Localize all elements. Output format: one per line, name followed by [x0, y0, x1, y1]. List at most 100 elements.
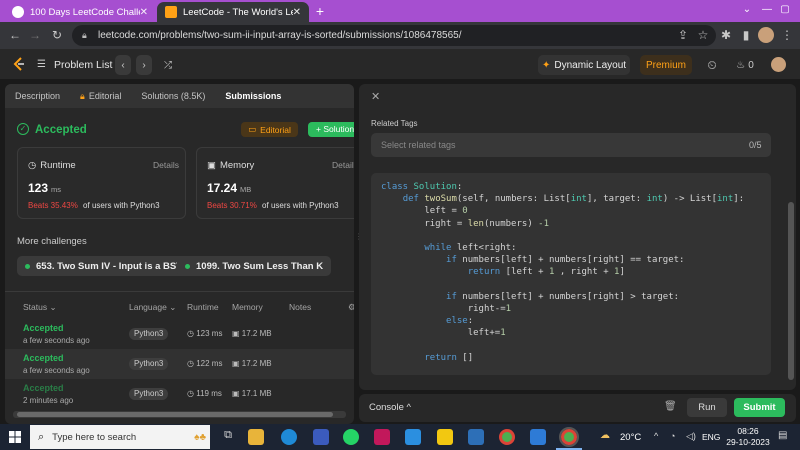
table-row[interactable]: Accepted a few seconds ago Python3 ◷ 122…: [5, 349, 354, 379]
runtime-details-link[interactable]: Details: [153, 160, 179, 170]
sparkle-icon: ✦: [541, 59, 551, 71]
chip-icon: ▣: [207, 160, 216, 171]
clock-time[interactable]: 08:26: [733, 426, 763, 436]
powerbi-icon[interactable]: [437, 429, 453, 445]
tab-description[interactable]: Description: [5, 84, 70, 108]
vscode-icon[interactable]: [405, 429, 421, 445]
code-view[interactable]: class Solution: def twoSum(self, numbers…: [371, 173, 771, 375]
chrome-active-icon[interactable]: [559, 427, 579, 447]
challenge-chip-2[interactable]: 1099. Two Sum Less Than K: [177, 256, 332, 276]
next-problem-button[interactable]: ›: [136, 55, 152, 75]
shuffle-icon[interactable]: ⤮: [160, 55, 176, 75]
memory-card: ▣ Memory Details 17.24MB Beats 30.71% of…: [196, 147, 354, 219]
chip-icon: ▣: [232, 389, 240, 398]
editorial-button[interactable]: ▭ Editorial: [241, 122, 298, 137]
clock-date[interactable]: 29-10-2023: [722, 437, 774, 447]
notifications-icon[interactable]: ▤: [778, 430, 787, 441]
task-view-icon[interactable]: ⧉: [220, 429, 236, 445]
share-icon[interactable]: ⇪: [676, 28, 690, 42]
streak-counter[interactable]: ♨ 0: [732, 55, 758, 75]
problem-list-link[interactable]: Problem List: [54, 59, 112, 71]
tags-placeholder: Select related tags: [381, 140, 456, 150]
table-row[interactable]: Accepted 2 minutes ago Python3 ◷ 119 ms …: [5, 379, 354, 409]
windows-start-icon[interactable]: [9, 431, 21, 443]
settings-gear-icon[interactable]: ⚙: [348, 302, 354, 313]
chip-icon: ▣: [232, 359, 240, 368]
tab-editorial[interactable]: 🔒︎ Editorial: [70, 84, 131, 108]
console-toggle[interactable]: Console ^: [369, 402, 411, 413]
post-solution-button[interactable]: + Solution: [308, 122, 354, 137]
back-icon[interactable]: ←: [8, 28, 22, 42]
new-tab-icon[interactable]: +: [312, 3, 328, 19]
leetcode-logo-icon[interactable]: [12, 57, 26, 72]
memory-beats: Beats 30.71% of users with Python3: [207, 201, 339, 210]
whatsapp-icon[interactable]: [343, 429, 359, 445]
wifi-icon[interactable]: ◔: [670, 431, 675, 441]
submissions-panel: Description 🔒︎ Editorial Solutions (8.5K…: [5, 84, 354, 424]
windows-taskbar: ⌕ Type here to search ♠♣ ⧉ ☁ 20°C ^ ◔ ◁)…: [0, 424, 800, 450]
file-explorer-icon[interactable]: [248, 429, 264, 445]
tab-favicon-icon: [12, 6, 24, 18]
delete-icon[interactable]: 🗑︎: [664, 401, 677, 412]
horizontal-scrollbar[interactable]: [13, 411, 346, 418]
tab-title: LeetCode - The World's Leading: [183, 6, 293, 18]
weather-temp[interactable]: 20°C: [620, 432, 641, 443]
sidebar-icon[interactable]: ▮: [739, 28, 753, 42]
chip-icon: ▣: [232, 329, 240, 338]
tab-solutions[interactable]: Solutions (8.5K): [131, 84, 215, 108]
challenge-chip-1[interactable]: 653. Two Sum IV - Input is a BST: [17, 256, 191, 276]
tab-search-icon[interactable]: ⌄: [740, 3, 754, 17]
browser-menu-icon[interactable]: ⋮: [780, 28, 794, 42]
submit-button[interactable]: Submit: [734, 398, 785, 417]
store-icon[interactable]: [313, 429, 329, 445]
easy-dot-icon: [185, 263, 190, 269]
volume-icon[interactable]: ◁): [686, 431, 696, 442]
bookmark-star-icon[interactable]: ☆: [696, 28, 710, 42]
extensions-icon[interactable]: ✱: [719, 28, 733, 42]
minimize-icon[interactable]: —: [760, 3, 774, 17]
user-avatar[interactable]: [771, 57, 786, 72]
browser-tab-1[interactable]: 100 Days LeetCode Challenge - F ✕: [4, 2, 156, 22]
remote-desktop-icon[interactable]: [468, 429, 484, 445]
runtime-value: 123 ms: [28, 181, 62, 195]
lock-icon: 🔒︎: [82, 30, 87, 40]
close-icon[interactable]: ✕: [371, 90, 380, 103]
tab-submissions[interactable]: Submissions: [215, 84, 291, 108]
reload-icon[interactable]: ↻: [50, 28, 64, 42]
runtime-title: Runtime: [40, 160, 76, 171]
prev-problem-button[interactable]: ‹: [115, 55, 131, 75]
close-tab-icon[interactable]: ✕: [293, 7, 301, 18]
url-bar[interactable]: 🔒︎ leetcode.com/problems/two-sum-ii-inpu…: [72, 25, 716, 46]
clock-icon: ◷: [187, 359, 194, 368]
panel-splitter-handle[interactable]: ⋮: [355, 232, 363, 242]
clock-icon: ◷: [187, 389, 194, 398]
premium-button[interactable]: Premium: [640, 55, 692, 75]
tray-chevron-up-icon[interactable]: ^: [654, 431, 658, 441]
close-tab-icon[interactable]: ✕: [140, 7, 148, 18]
chrome-icon[interactable]: [499, 429, 515, 445]
console-bar: Console ^ 🗑︎ Run Submit: [359, 394, 796, 422]
vertical-scrollbar[interactable]: [788, 202, 794, 380]
taskbar-search-box[interactable]: ⌕ Type here to search ♠♣: [30, 425, 210, 449]
column-language[interactable]: Language ⌄: [129, 302, 176, 313]
scrollbar-thumb[interactable]: [17, 412, 333, 417]
media-app-icon[interactable]: [374, 429, 390, 445]
outlook-icon[interactable]: [530, 429, 546, 445]
timer-icon[interactable]: ⏲: [704, 55, 720, 75]
input-language[interactable]: ENG: [702, 432, 720, 442]
profile-avatar[interactable]: [758, 27, 774, 43]
column-status[interactable]: Status ⌄: [23, 302, 57, 313]
dynamic-layout-button[interactable]: ✦ Dynamic Layout: [538, 55, 630, 75]
leetcode-header: ☰ Problem List ‹ › ⤮ ✦ Dynamic Layout Pr…: [0, 49, 800, 80]
related-tags-input[interactable]: Select related tags 0/5: [371, 133, 771, 157]
memory-title: Memory: [219, 160, 255, 171]
maximize-icon[interactable]: ▢: [778, 3, 792, 17]
memory-details-link[interactable]: Details: [332, 160, 354, 170]
balloons-icon: ♠♣: [194, 431, 206, 443]
column-memory: Memory: [232, 302, 263, 312]
table-row[interactable]: Accepted a few seconds ago Python3 ◷ 123…: [5, 319, 354, 349]
forward-icon[interactable]: →: [28, 28, 42, 42]
browser-tab-2[interactable]: LeetCode - The World's Leading ✕: [157, 2, 309, 22]
run-button[interactable]: Run: [687, 398, 727, 417]
edge-icon[interactable]: [281, 429, 297, 445]
